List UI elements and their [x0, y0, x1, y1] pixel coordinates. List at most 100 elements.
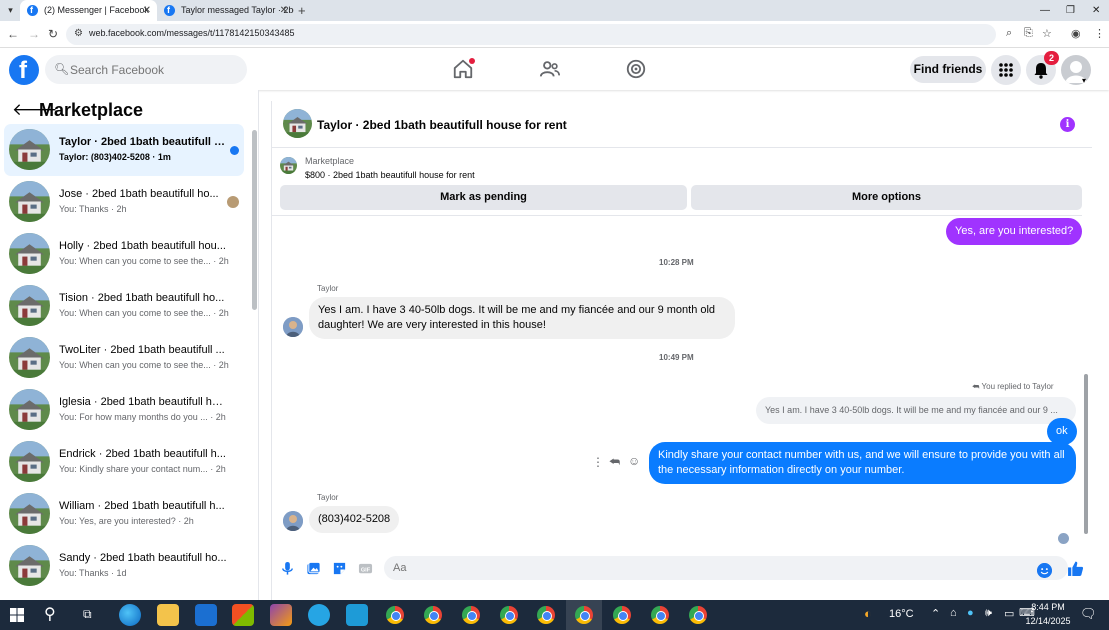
task-view-icon[interactable]: ⧉	[83, 607, 92, 622]
account-avatar[interactable]	[1061, 55, 1091, 85]
chat-title[interactable]: Taylor · 2bed 1bath beautifull house for…	[317, 118, 567, 132]
chrome-icon[interactable]	[386, 606, 404, 624]
info-icon[interactable]: i	[1060, 117, 1075, 132]
chrome-icon[interactable]	[689, 606, 707, 624]
quoted-message[interactable]: Yes I am. I have 3 40-50lb dogs. It will…	[756, 397, 1076, 424]
message-outgoing[interactable]: Yes, are you interested?	[946, 218, 1083, 245]
store-icon[interactable]	[232, 604, 254, 626]
search-box[interactable]: 🔍︎	[45, 55, 247, 84]
menu-button[interactable]	[991, 55, 1021, 85]
marketplace-sidebar: 🡐 Marketplace Taylor · 2bed 1bath beauti…	[0, 90, 259, 600]
message-incoming[interactable]: Yes I am. I have 3 40-50lb dogs. It will…	[309, 297, 735, 339]
site-info-icon[interactable]: ⚙	[74, 28, 83, 39]
edge-icon[interactable]	[119, 604, 141, 626]
tab-messenger[interactable]: (2) Messenger | Facebook ✕	[20, 0, 157, 21]
conversation-item[interactable]: Taylor · 2bed 1bath beautifull h... Taylo…	[4, 124, 244, 176]
gaming-icon[interactable]	[625, 58, 647, 80]
sidebar-scrollbar[interactable]	[252, 130, 257, 310]
outlook-icon[interactable]	[195, 604, 217, 626]
back-arrow-icon[interactable]: ←	[7, 27, 19, 41]
url-text[interactable]: web.facebook.com/messages/t/117814215034…	[89, 28, 294, 38]
marketplace-listing-row[interactable]: Marketplace $800 · 2bed 1bath beautifull…	[272, 148, 1092, 183]
chrome-icon[interactable]	[575, 606, 593, 624]
find-friends-button[interactable]: Find friends	[910, 56, 986, 83]
more-options-button[interactable]: More options	[691, 185, 1082, 210]
clock-date[interactable]: 12/14/2025	[1022, 616, 1074, 626]
temperature[interactable]: 16°C	[889, 608, 914, 620]
volume-icon[interactable]: 🕪︎	[985, 607, 992, 620]
telegram-icon[interactable]	[308, 604, 330, 626]
close-window-button[interactable]: ✕	[1092, 0, 1100, 21]
zoom-icon[interactable]: ⌕	[1006, 27, 1012, 40]
forward-arrow-icon[interactable]: →	[28, 27, 40, 41]
emoji-icon[interactable]	[1037, 563, 1052, 578]
listing-thumbnail	[9, 493, 50, 534]
conversation-item[interactable]: Tision · 2bed 1bath beautifull ho... You:…	[4, 280, 244, 332]
chrome-icon[interactable]	[462, 606, 480, 624]
reload-icon[interactable]: ↻	[48, 27, 58, 41]
app-tray-icon[interactable]: ●	[967, 607, 974, 619]
close-tab-icon[interactable]: ✕	[280, 0, 288, 21]
tab-taylor-messaged[interactable]: Taylor messaged Taylor · 2bed 1 ✕	[157, 0, 294, 21]
chrome-icon[interactable]	[651, 606, 669, 624]
conversation-item[interactable]: Jose · 2bed 1bath beautifull ho... You: T…	[4, 176, 244, 228]
show-hidden-icons-chevron-icon[interactable]: ⌃	[931, 607, 940, 620]
friends-icon[interactable]	[539, 58, 561, 80]
message-incoming[interactable]: (803)402-5208	[309, 506, 400, 533]
search-input[interactable]	[70, 61, 240, 78]
new-tab-button[interactable]: +	[298, 0, 306, 21]
chrome-icon[interactable]	[613, 606, 631, 624]
home-notification-dot	[469, 58, 475, 64]
sender-avatar[interactable]	[283, 511, 303, 531]
chrome-icon[interactable]	[424, 606, 442, 624]
browser-menu-icon[interactable]: ⋮	[1094, 27, 1105, 40]
close-tab-icon[interactable]: ✕	[143, 0, 151, 21]
more-actions-icon[interactable]: ⋮	[592, 455, 604, 469]
notification-center-icon[interactable]: 🗨︎	[1080, 606, 1097, 622]
network-icon[interactable]: ▭	[1004, 607, 1014, 620]
message-outgoing[interactable]: Kindly share your contact number with us…	[649, 442, 1076, 484]
clock-time[interactable]: 8:44 PM	[1028, 602, 1068, 612]
conversation-item[interactable]: Holly · 2bed 1bath beautifull hou... You:…	[4, 228, 244, 280]
windows-start-icon[interactable]	[10, 608, 24, 622]
react-emoji-icon[interactable]: ☺	[628, 454, 640, 468]
chat-scrollbar-thumb[interactable]	[1084, 374, 1088, 534]
conversation-item[interactable]: Endrick · 2bed 1bath beautifull h... You:…	[4, 436, 244, 488]
photo-icon[interactable]	[306, 561, 321, 576]
restore-button[interactable]: ❐	[1066, 0, 1075, 21]
thumbs-up-icon[interactable]	[1067, 560, 1084, 577]
taskbar-search-icon[interactable]: ⚲	[44, 604, 56, 624]
screen-tool-icon[interactable]	[346, 604, 368, 626]
bookmark-star-icon[interactable]: ☆	[1042, 27, 1052, 40]
mark-as-pending-button[interactable]: Mark as pending	[280, 185, 687, 210]
microphone-icon[interactable]	[280, 561, 295, 576]
listing-small-thumbnail	[280, 157, 297, 174]
sender-avatar[interactable]	[283, 317, 303, 337]
conversation-item[interactable]: William · 2bed 1bath beautifull h... You:…	[4, 488, 244, 540]
facebook-logo-icon[interactable]: f	[9, 55, 39, 85]
sticker-icon[interactable]	[332, 561, 347, 576]
gif-icon[interactable]: GIF	[358, 561, 373, 576]
reply-icon[interactable]: ⮪	[609, 455, 620, 470]
omnibox[interactable]: ⚙ web.facebook.com/messages/t/1178142150…	[66, 24, 996, 45]
copilot-icon[interactable]	[270, 604, 292, 626]
message-outgoing[interactable]: ok	[1047, 418, 1077, 445]
message-input-box[interactable]	[384, 556, 1068, 580]
house-photo-icon	[9, 233, 50, 274]
minimize-button[interactable]: —	[1040, 0, 1050, 21]
listing-thumbnail[interactable]	[283, 109, 312, 138]
tab-search-icon[interactable]: ▾	[3, 3, 18, 18]
file-explorer-icon[interactable]	[157, 604, 179, 626]
weather-icon[interactable]: ◐	[864, 606, 872, 621]
message-input[interactable]	[393, 560, 1033, 576]
chrome-icon[interactable]	[500, 606, 518, 624]
conversation-item[interactable]: TwoLiter · 2bed 1bath beautifull ... You:…	[4, 332, 244, 384]
meet-icon[interactable]: ⌂	[950, 607, 957, 619]
install-app-icon[interactable]: ⎘	[1024, 27, 1033, 40]
conversation-item[interactable]: Iglesia · 2bed 1bath beautifull ho... You…	[4, 384, 244, 436]
chat-scrollbar[interactable]	[1084, 219, 1088, 579]
conversation-item[interactable]: Sandy · 2bed 1bath beautifull ho... You: …	[4, 540, 244, 592]
account-chevron-down-icon[interactable]: ▾	[1082, 76, 1086, 85]
profile-icon[interactable]: ◉	[1071, 27, 1081, 40]
chrome-icon[interactable]	[537, 606, 555, 624]
